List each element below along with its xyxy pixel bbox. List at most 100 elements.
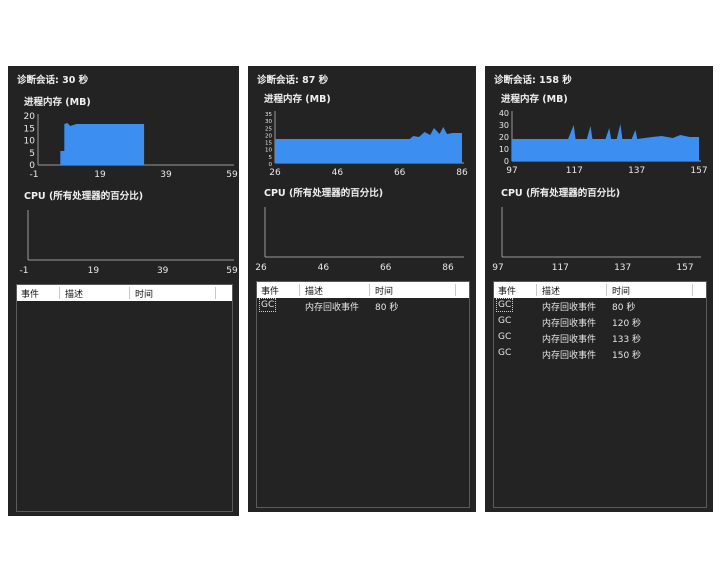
x-tick-label: 59 xyxy=(226,266,238,276)
y-tick-label: 10 xyxy=(499,145,509,154)
table-row[interactable]: GC 内存回收事件 80 秒 xyxy=(257,298,469,314)
column-header[interactable]: 时间 xyxy=(612,284,630,297)
column-separator[interactable] xyxy=(369,284,370,296)
table-row[interactable]: GC 内存回收事件 133 秒 xyxy=(494,330,706,346)
x-tick-label: 117 xyxy=(552,263,569,273)
event-cell: GC xyxy=(498,348,512,358)
events-table-header: 事件 描述 时间 xyxy=(17,285,232,301)
column-separator[interactable] xyxy=(455,284,456,296)
memory-chart-title: 进程内存 (MB) xyxy=(264,94,331,105)
column-separator[interactable] xyxy=(606,284,607,296)
column-separator[interactable] xyxy=(215,287,216,299)
y-tick-label: 35 xyxy=(265,112,272,118)
y-tick-label: 20 xyxy=(24,112,36,122)
cpu-chart-title: CPU (所有处理器的百分比) xyxy=(24,191,144,202)
events-table[interactable]: 事件 描述 时间 GC 内存回收事件 80 秒 xyxy=(256,281,470,508)
x-tick-label: 66 xyxy=(380,263,392,273)
events-table-header: 事件 描述 时间 xyxy=(257,282,469,298)
cpu-chart-title: CPU (所有处理器的百分比) xyxy=(264,188,384,199)
x-tick-label: -1 xyxy=(30,170,39,180)
events-table[interactable]: 事件 描述 时间 xyxy=(16,284,233,512)
y-tick-label: 5 xyxy=(269,155,273,161)
column-separator[interactable] xyxy=(59,287,60,299)
y-tick-label: 30 xyxy=(265,119,272,125)
column-header[interactable]: 描述 xyxy=(542,284,560,297)
events-table[interactable]: 事件 描述 时间 GC 内存回收事件 80 秒 GC 内存回收事件 120 秒 GC 内存回收事件 1… xyxy=(493,281,707,508)
cpu-chart: 26 46 66 86 xyxy=(255,207,464,273)
x-tick-label: 46 xyxy=(318,263,330,273)
x-tick-label: 97 xyxy=(506,166,517,176)
description-cell: 内存回收事件 xyxy=(305,303,360,313)
description-cell: 内存回收事件 xyxy=(542,319,597,329)
x-tick-label: 97 xyxy=(492,263,503,273)
cpu-chart: 97 117 137 157 xyxy=(492,207,701,273)
description-cell: 内存回收事件 xyxy=(542,351,597,361)
x-tick-label: -1 xyxy=(20,266,29,276)
x-tick-label: 26 xyxy=(269,168,281,178)
x-tick-label: 66 xyxy=(394,168,406,178)
column-header[interactable]: 时间 xyxy=(375,284,393,297)
time-cell: 80 秒 xyxy=(375,303,399,313)
session-label: 诊断会话: 158 秒 xyxy=(494,75,572,86)
x-tick-label: 39 xyxy=(160,170,172,180)
column-header[interactable]: 描述 xyxy=(65,287,83,300)
memory-chart: 20151050-1 19 39 59 xyxy=(24,112,238,180)
column-header[interactable]: 事件 xyxy=(498,284,516,297)
column-separator[interactable] xyxy=(692,284,693,296)
event-cell: GC xyxy=(498,332,512,342)
y-tick-label: 5 xyxy=(29,149,35,159)
y-tick-label: 15 xyxy=(265,141,272,147)
x-tick-label: 86 xyxy=(442,263,454,273)
column-separator[interactable] xyxy=(536,284,537,296)
column-separator[interactable] xyxy=(129,287,130,299)
table-row[interactable]: GC 内存回收事件 80 秒 xyxy=(494,298,706,314)
cpu-chart-title: CPU (所有处理器的百分比) xyxy=(501,188,621,199)
column-header[interactable]: 事件 xyxy=(261,284,279,297)
table-row[interactable]: GC 内存回收事件 120 秒 xyxy=(494,314,706,330)
time-cell: 120 秒 xyxy=(612,319,642,329)
x-tick-label: 157 xyxy=(690,166,707,176)
x-tick-label: 19 xyxy=(94,170,106,180)
memory-area xyxy=(512,124,699,161)
table-row[interactable]: GC 内存回收事件 150 秒 xyxy=(494,346,706,362)
memory-chart-title: 进程内存 (MB) xyxy=(24,97,91,108)
memory-area xyxy=(60,123,145,165)
y-tick-label: 20 xyxy=(499,133,509,142)
x-tick-label: 137 xyxy=(614,263,631,273)
memory-chart: 40 30 20 10 097 117 137 157 xyxy=(499,109,708,176)
memory-chart-title: 进程内存 (MB) xyxy=(501,94,568,105)
diagnostic-panel-3: 诊断会话: 158 秒 进程内存 (MB) 40 30 20 10 0 97 117 137 1… xyxy=(485,66,713,512)
description-cell: 内存回收事件 xyxy=(542,335,597,345)
session-label: 诊断会话: 87 秒 xyxy=(257,75,329,86)
y-tick-label: 30 xyxy=(499,121,509,130)
event-cell: GC xyxy=(498,316,512,326)
column-header[interactable]: 时间 xyxy=(135,287,153,300)
time-cell: 150 秒 xyxy=(612,351,642,361)
x-tick-label: 137 xyxy=(628,166,645,176)
x-tick-label: 157 xyxy=(676,263,693,273)
event-cell: GC xyxy=(258,298,277,312)
memory-area xyxy=(275,127,462,163)
x-tick-label: 26 xyxy=(255,263,267,273)
description-cell: 内存回收事件 xyxy=(542,303,597,313)
x-tick-label: 46 xyxy=(332,168,344,178)
y-tick-label: 15 xyxy=(24,124,35,134)
x-tick-label: 59 xyxy=(226,170,238,180)
time-cell: 80 秒 xyxy=(612,303,636,313)
y-tick-label: 10 xyxy=(24,137,36,147)
x-tick-label: 19 xyxy=(88,266,100,276)
column-header[interactable]: 事件 xyxy=(21,287,39,300)
y-tick-label: 10 xyxy=(265,148,272,154)
x-tick-label: 86 xyxy=(456,168,468,178)
y-tick-label: 40 xyxy=(499,109,509,118)
session-label: 诊断会话: 30 秒 xyxy=(17,75,89,86)
time-cell: 133 秒 xyxy=(612,335,642,345)
events-table-header: 事件 描述 时间 xyxy=(494,282,706,298)
y-tick-label: 25 xyxy=(265,126,272,132)
column-separator[interactable] xyxy=(299,284,300,296)
memory-chart: 3530252015105026 46 66 86 xyxy=(265,111,468,178)
event-cell: GC xyxy=(495,298,514,312)
column-header[interactable]: 描述 xyxy=(305,284,323,297)
cpu-chart: -1 19 39 59 xyxy=(20,210,238,276)
x-tick-label: 117 xyxy=(566,166,583,176)
